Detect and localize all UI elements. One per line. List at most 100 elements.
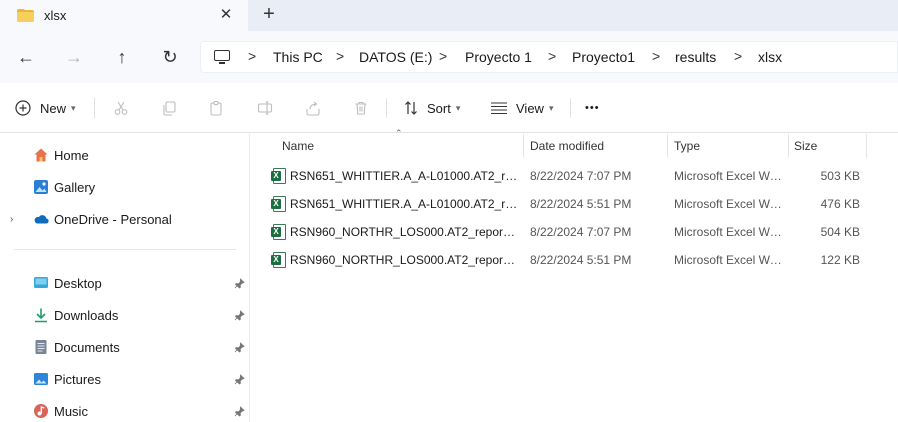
tab-title: xlsx [44, 8, 67, 23]
column-divider[interactable] [523, 134, 524, 158]
new-button[interactable]: New ▾ [15, 96, 76, 120]
breadcrumb-xlsx[interactable]: xlsx [758, 49, 782, 65]
refresh-button[interactable]: ↻ [159, 46, 181, 68]
column-divider[interactable] [866, 134, 867, 158]
plus-circle-icon [15, 100, 31, 116]
sidebar-item-label: Home [54, 147, 89, 163]
expand-chevron-icon[interactable]: › [10, 214, 13, 225]
downloads-icon [35, 308, 47, 323]
sidebar-divider [14, 249, 236, 250]
column-header-size[interactable]: Size [794, 134, 866, 158]
file-size: 504 KB [820, 225, 860, 239]
file-name: RSN960_NORTHR_LOS000.AT2_report_dm [290, 225, 518, 239]
file-date: 8/22/2024 7:07 PM [530, 225, 632, 239]
sidebar-item-label: OneDrive - Personal [54, 211, 172, 227]
sidebar-item-gallery[interactable]: Gallery [0, 173, 250, 201]
breadcrumb-separator[interactable]: > [248, 48, 256, 64]
sidebar-item-label: Gallery [54, 179, 96, 195]
music-icon [34, 404, 48, 418]
address-bar[interactable]: > This PC > DATOS (E:) > Proyecto 1 > Pr… [200, 41, 898, 73]
sidebar-item-pictures[interactable]: Pictures [0, 365, 250, 393]
column-header-label: Size [794, 139, 818, 153]
rename-icon [257, 101, 273, 115]
scissors-icon [114, 101, 128, 115]
desktop-icon [34, 277, 48, 288]
tab-xlsx[interactable]: xlsx ✕ [0, 0, 248, 31]
navigation-bar: ← → ↑ ↻ > This PC > DATOS (E:) > Proyect… [0, 31, 898, 83]
pin-icon[interactable] [234, 341, 245, 353]
home-icon [34, 148, 48, 162]
file-row[interactable]: X RSN960_NORTHR_LOS000.AT2_report_dm 8/2… [251, 218, 898, 246]
breadcrumb-proyecto1[interactable]: Proyecto1 [572, 49, 635, 65]
view-button[interactable]: View ▾ [490, 96, 553, 120]
file-row[interactable]: X RSN960_NORTHR_LOS000.AT2_report_sr 8/2… [251, 246, 898, 274]
sidebar-item-label: Music [54, 403, 88, 419]
more-options-button[interactable]: ••• [585, 96, 600, 120]
file-date: 8/22/2024 5:51 PM [530, 197, 632, 211]
share-icon [306, 101, 320, 116]
file-name: RSN651_WHITTIER.A_A-L01000.AT2_report_sr [290, 197, 518, 211]
rename-button[interactable] [257, 96, 273, 120]
file-date: 8/22/2024 7:07 PM [530, 169, 632, 183]
sort-label: Sort [427, 100, 451, 116]
breadcrumb-separator[interactable]: > [652, 48, 660, 64]
up-button[interactable]: ↑ [111, 46, 133, 68]
breadcrumb-separator[interactable]: > [336, 48, 344, 64]
breadcrumb-datos[interactable]: DATOS (E:) [359, 49, 432, 65]
forward-button[interactable]: → [63, 46, 85, 68]
pin-icon[interactable] [234, 373, 245, 385]
gallery-icon [34, 180, 48, 194]
paste-button[interactable] [208, 96, 224, 120]
sidebar-item-label: Downloads [54, 307, 119, 323]
sidebar-item-desktop[interactable]: Desktop [0, 269, 250, 297]
file-row[interactable]: X RSN651_WHITTIER.A_A-L01000.AT2_report_… [251, 190, 898, 218]
breadcrumb-separator[interactable]: > [439, 48, 447, 64]
sidebar-item-home[interactable]: Home [0, 141, 250, 169]
column-header-name[interactable]: Name [282, 134, 523, 158]
tab-strip: xlsx ✕ + [0, 0, 898, 31]
navigation-pane: Home Gallery › OneDrive - Personal Deskt… [0, 134, 250, 422]
pin-icon[interactable] [234, 405, 245, 417]
sidebar-item-downloads[interactable]: Downloads [0, 301, 250, 329]
documents-icon [35, 340, 47, 354]
clipboard-icon [210, 100, 222, 116]
pin-icon[interactable] [234, 277, 245, 289]
breadcrumb-results[interactable]: results [675, 49, 716, 65]
column-divider[interactable] [788, 134, 789, 158]
divider [94, 98, 95, 118]
sidebar-item-music[interactable]: Music [0, 397, 250, 422]
column-header-type[interactable]: Type [674, 134, 788, 158]
delete-button[interactable] [353, 96, 369, 120]
column-divider[interactable] [667, 134, 668, 158]
sidebar-item-label: Desktop [54, 275, 102, 291]
excel-file-icon: X [271, 196, 286, 212]
back-button[interactable]: ← [15, 46, 37, 68]
column-header-date[interactable]: Date modified [530, 134, 667, 158]
breadcrumb-separator[interactable]: > [548, 48, 556, 64]
divider [570, 98, 571, 118]
sidebar-item-onedrive[interactable]: › OneDrive - Personal [0, 205, 250, 233]
sort-button[interactable]: Sort ▾ [403, 96, 460, 120]
column-header-label: Name [282, 139, 315, 153]
cut-button[interactable] [113, 96, 129, 120]
chevron-down-icon: ▾ [548, 102, 554, 113]
breadcrumb-this-pc[interactable]: This PC [273, 49, 323, 65]
sidebar-item-label: Pictures [54, 371, 101, 387]
sidebar-item-documents[interactable]: Documents [0, 333, 250, 361]
close-tab-icon[interactable]: ✕ [218, 7, 234, 23]
copy-button[interactable] [161, 96, 177, 120]
onedrive-icon [34, 215, 49, 224]
file-row[interactable]: X RSN651_WHITTIER.A_A-L01000.AT2_report_… [251, 162, 898, 190]
new-tab-button[interactable]: + [259, 4, 279, 25]
pin-icon[interactable] [234, 309, 245, 321]
file-size: 503 KB [820, 169, 860, 183]
pictures-icon [34, 373, 48, 385]
copy-icon [163, 101, 176, 116]
file-size: 122 KB [820, 253, 860, 267]
share-button[interactable] [305, 96, 321, 120]
breadcrumb-separator[interactable]: > [734, 48, 742, 64]
sidebar-item-label: Documents [54, 339, 120, 355]
computer-icon[interactable] [214, 50, 230, 64]
excel-file-icon: X [271, 224, 286, 240]
breadcrumb-proyecto-1[interactable]: Proyecto 1 [465, 49, 532, 65]
